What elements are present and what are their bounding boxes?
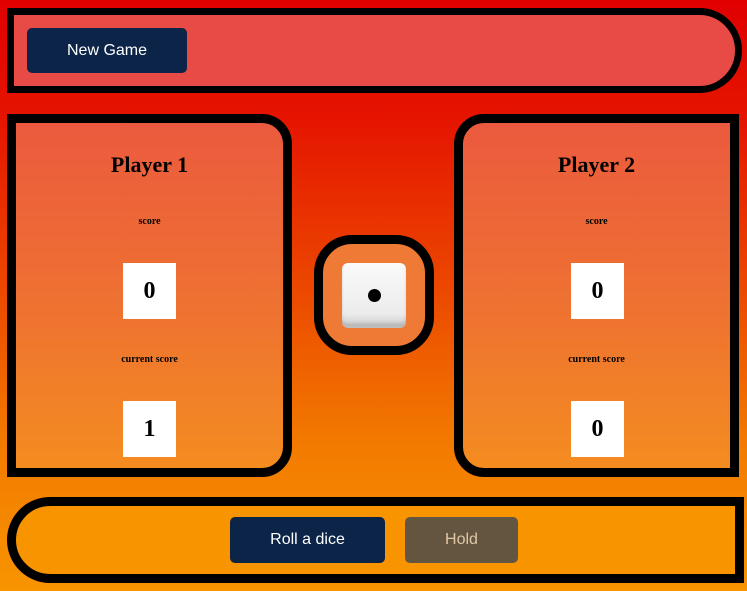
player-2-name: Player 2 bbox=[557, 152, 636, 177]
dice-one-icon bbox=[342, 263, 406, 326]
player-1-score-label: score bbox=[138, 216, 161, 227]
player-2-panel: Player 2 score 0 current score 0 bbox=[454, 114, 739, 477]
player-1-panel: Player 1 score 0 current score 1 bbox=[7, 114, 292, 477]
player-2-current-score: 0 bbox=[571, 401, 624, 457]
player-2-score-label: score bbox=[585, 216, 608, 227]
top-bar: New Game bbox=[7, 8, 742, 93]
player-1-score: 0 bbox=[123, 263, 176, 319]
player-1-name: Player 1 bbox=[110, 152, 189, 177]
player-2-score: 0 bbox=[571, 263, 624, 319]
bottom-bar: Roll a dice Hold bbox=[7, 497, 744, 583]
new-game-button[interactable]: New Game bbox=[27, 28, 187, 73]
roll-dice-button[interactable]: Roll a dice bbox=[230, 517, 385, 563]
dice-pip bbox=[368, 289, 381, 302]
player-2-current-score-label: current score bbox=[568, 354, 625, 365]
player-1-current-score-label: current score bbox=[121, 354, 178, 365]
player-1-current-score: 1 bbox=[123, 401, 176, 457]
dice-frame bbox=[314, 235, 434, 355]
hold-button[interactable]: Hold bbox=[405, 517, 518, 563]
